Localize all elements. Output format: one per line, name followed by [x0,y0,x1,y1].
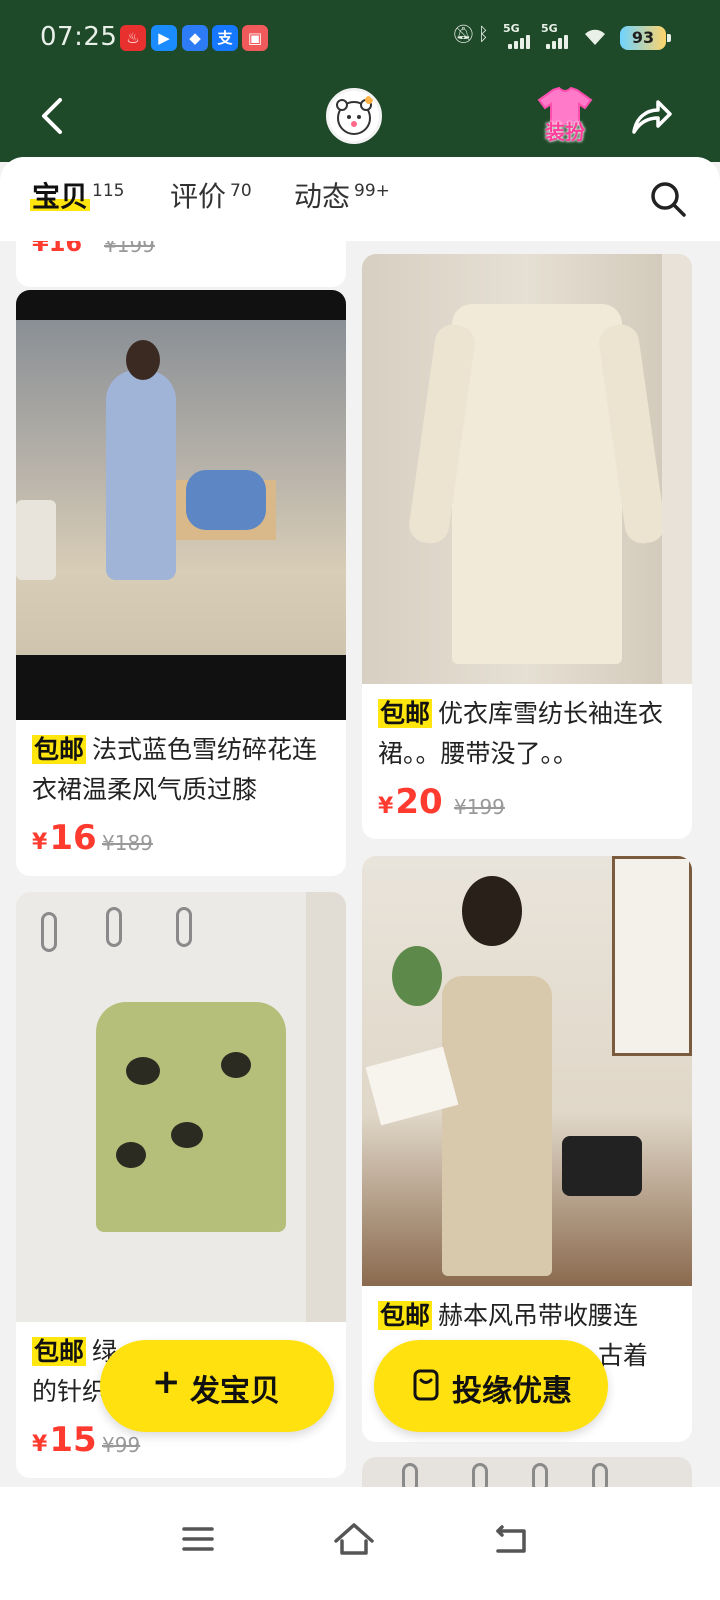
product-image [16,290,346,720]
dress-up-button[interactable]: 装扮 [535,86,595,144]
bluetooth-icon: ᛒ [478,24,489,45]
app-icon-1: ♨ [120,25,146,51]
tab-updates[interactable]: 动态 99+ [294,175,390,215]
price-value: 16 [49,818,97,858]
product-image [362,254,692,684]
tab-items[interactable]: 宝贝 115 [32,175,124,215]
back-arrow-icon[interactable] [38,96,68,136]
promo-label: 投缘优惠 [452,1374,572,1409]
status-bar: 07:25 ♨ ▶ ◆ 支 ▣ 🔕︎ ᛒ 5G 5G 93 [0,0,720,72]
product-price: ¥15 [32,1420,97,1460]
product-original-price: ¥199 [454,795,505,819]
product-image [362,856,692,1286]
price-value: 20 [395,782,443,822]
search-icon[interactable] [648,179,688,219]
alipay-icon: 支 [212,25,238,51]
signal-icon-1 [508,31,536,49]
tab-reviews-count: 70 [230,180,252,201]
plus-icon: + [152,1362,181,1402]
app-icon-3: ◆ [182,25,208,51]
product-original-price: ¥99 [102,1433,141,1457]
product-card[interactable]: 包邮 优衣库雪纺长袖连衣裙。。腰带没了。。 ¥20 ¥199 [362,254,692,839]
tab-reviews-label: 评价 [170,180,227,213]
product-price: ¥16 [32,818,97,858]
product-title: 包邮 优衣库雪纺长袖连衣裙。。腰带没了。。 [378,694,678,774]
price-value: 15 [49,1420,97,1460]
product-price: ¥20 [378,782,443,822]
system-nav-bar [0,1487,720,1600]
shop-avatar[interactable] [326,88,382,144]
back-icon[interactable] [490,1517,534,1561]
free-shipping-badge: 包邮 [378,1301,433,1330]
tab-updates-count: 99+ [354,180,390,201]
avatar-illustration-icon [336,96,373,135]
product-title: 包邮 法式蓝色雪纺碎花连衣裙温柔风气质过膝 [32,730,332,810]
promo-button[interactable]: 投缘优惠 [374,1340,608,1432]
free-shipping-badge: 包邮 [32,1337,87,1366]
product-original-price: ¥189 [102,831,153,855]
home-icon[interactable] [332,1517,376,1561]
publish-item-button[interactable]: + 发宝贝 [100,1340,334,1432]
tab-bar: 宝贝 115 评价 70 动态 99+ [0,157,720,241]
mute-icon: 🔕︎ [452,24,475,45]
battery-indicator: 93 [620,26,671,50]
product-image [362,1457,692,1487]
product-card[interactable]: 包邮 法式蓝色雪纺碎花连衣裙温柔风气质过膝 ¥16 ¥189 [16,290,346,876]
tab-items-count: 115 [92,180,125,201]
tab-items-label: 宝贝 [32,180,89,213]
signal-icon-2 [546,31,574,49]
currency-symbol: ¥ [32,1432,48,1457]
publish-item-label: 发宝贝 [190,1374,280,1409]
app-icon-2: ▶ [151,25,177,51]
product-title-line1: 赫本风吊带收腰连 [438,1301,639,1330]
coupon-bag-icon [413,1369,439,1401]
currency-symbol: ¥ [378,794,394,819]
share-icon[interactable] [630,96,674,136]
free-shipping-badge: 包邮 [32,735,87,764]
status-time: 07:25 [40,22,118,52]
currency-symbol: ¥ [32,830,48,855]
app-icon-5: ▣ [242,25,268,51]
product-card[interactable] [362,1457,692,1487]
tab-reviews[interactable]: 评价 70 [170,175,252,215]
menu-icon[interactable] [176,1517,220,1561]
content-sheet: 宝贝 115 评价 70 动态 99+ ¥16 ¥199 包邮 法式蓝色雪纺碎花连衣裙温… [0,157,720,1487]
free-shipping-badge: 包邮 [378,699,433,728]
top-bar: 07:25 ♨ ▶ ◆ 支 ▣ 🔕︎ ᛒ 5G 5G 93 装扮 [0,0,720,162]
product-image [16,892,346,1322]
tab-updates-label: 动态 [294,180,351,213]
dress-up-label: 装扮 [545,120,585,144]
wifi-icon [585,29,605,45]
